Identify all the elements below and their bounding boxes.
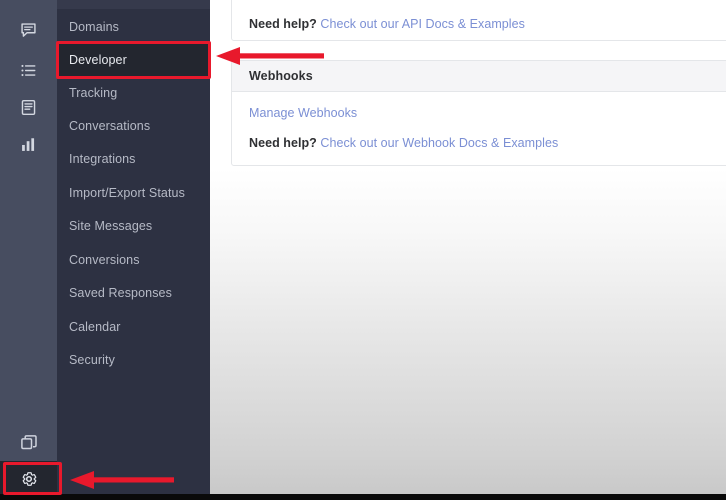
rail-partial-top-icon[interactable] bbox=[0, 0, 57, 8]
sidebar-item-label: Conversations bbox=[69, 118, 151, 133]
webhooks-need-help-label: Need help? bbox=[249, 136, 317, 150]
sidebar-partial-top-item bbox=[57, 0, 210, 9]
manage-webhooks-row: Manage Webhooks bbox=[249, 106, 357, 120]
sidebar-item-label: Domains bbox=[69, 19, 120, 34]
icon-rail bbox=[0, 0, 57, 496]
sidebar-item-import-export-status[interactable]: Import/Export Status bbox=[57, 176, 210, 209]
sidebar-item-calendar[interactable]: Calendar bbox=[57, 310, 210, 343]
document-icon[interactable] bbox=[0, 90, 57, 124]
sidebar-item-security[interactable]: Security bbox=[57, 343, 210, 376]
webhooks-card-header: Webhooks bbox=[232, 61, 726, 92]
sidebar-item-conversions[interactable]: Conversions bbox=[57, 243, 210, 276]
sidebar-item-conversations[interactable]: Conversations bbox=[57, 109, 210, 142]
sidebar-item-label: Saved Responses bbox=[69, 285, 172, 300]
bar-chart-icon[interactable] bbox=[0, 127, 57, 161]
main-content: Need help? Check out our API Docs & Exam… bbox=[210, 0, 726, 494]
api-card: Need help? Check out our API Docs & Exam… bbox=[231, 0, 726, 41]
sidebar-item-label: Security bbox=[69, 352, 115, 367]
webhooks-need-help-row: Need help? Check out our Webhook Docs & … bbox=[249, 136, 558, 150]
sidebar-item-developer[interactable]: Developer bbox=[57, 43, 210, 76]
webhooks-card: Webhooks Manage Webhooks Need help? Chec… bbox=[231, 60, 726, 166]
sidebar-item-label: Tracking bbox=[69, 85, 118, 100]
chat-bubble-icon[interactable] bbox=[0, 13, 57, 47]
sidebar-item-integrations[interactable]: Integrations bbox=[57, 142, 210, 175]
gear-icon[interactable] bbox=[0, 461, 57, 496]
manage-webhooks-link[interactable]: Manage Webhooks bbox=[249, 106, 357, 120]
sidebar-item-label: Import/Export Status bbox=[69, 185, 185, 200]
app-window: Need help? Check out our API Docs & Exam… bbox=[0, 0, 726, 500]
sidebar-item-label: Conversions bbox=[69, 252, 140, 267]
sidebar-item-label: Developer bbox=[69, 52, 127, 67]
sidebar-item-label: Site Messages bbox=[69, 218, 153, 233]
sidebar-item-label: Calendar bbox=[69, 319, 121, 334]
sidebar-item-tracking[interactable]: Tracking bbox=[57, 76, 210, 109]
window-bottom-bar bbox=[0, 494, 726, 500]
sidebar-item-site-messages[interactable]: Site Messages bbox=[57, 209, 210, 242]
copy-layers-icon[interactable] bbox=[0, 426, 57, 460]
api-docs-link[interactable]: Check out our API Docs & Examples bbox=[320, 17, 525, 31]
settings-sidebar: Domains Developer Tracking Conversations… bbox=[57, 0, 210, 494]
api-need-help-row: Need help? Check out our API Docs & Exam… bbox=[249, 17, 525, 31]
sidebar-item-label: Integrations bbox=[69, 151, 136, 166]
list-icon[interactable] bbox=[0, 53, 57, 87]
sidebar-item-domains[interactable]: Domains bbox=[57, 10, 210, 43]
webhook-docs-link[interactable]: Check out our Webhook Docs & Examples bbox=[320, 136, 558, 150]
api-need-help-label: Need help? bbox=[249, 17, 317, 31]
sidebar-item-saved-responses[interactable]: Saved Responses bbox=[57, 276, 210, 309]
